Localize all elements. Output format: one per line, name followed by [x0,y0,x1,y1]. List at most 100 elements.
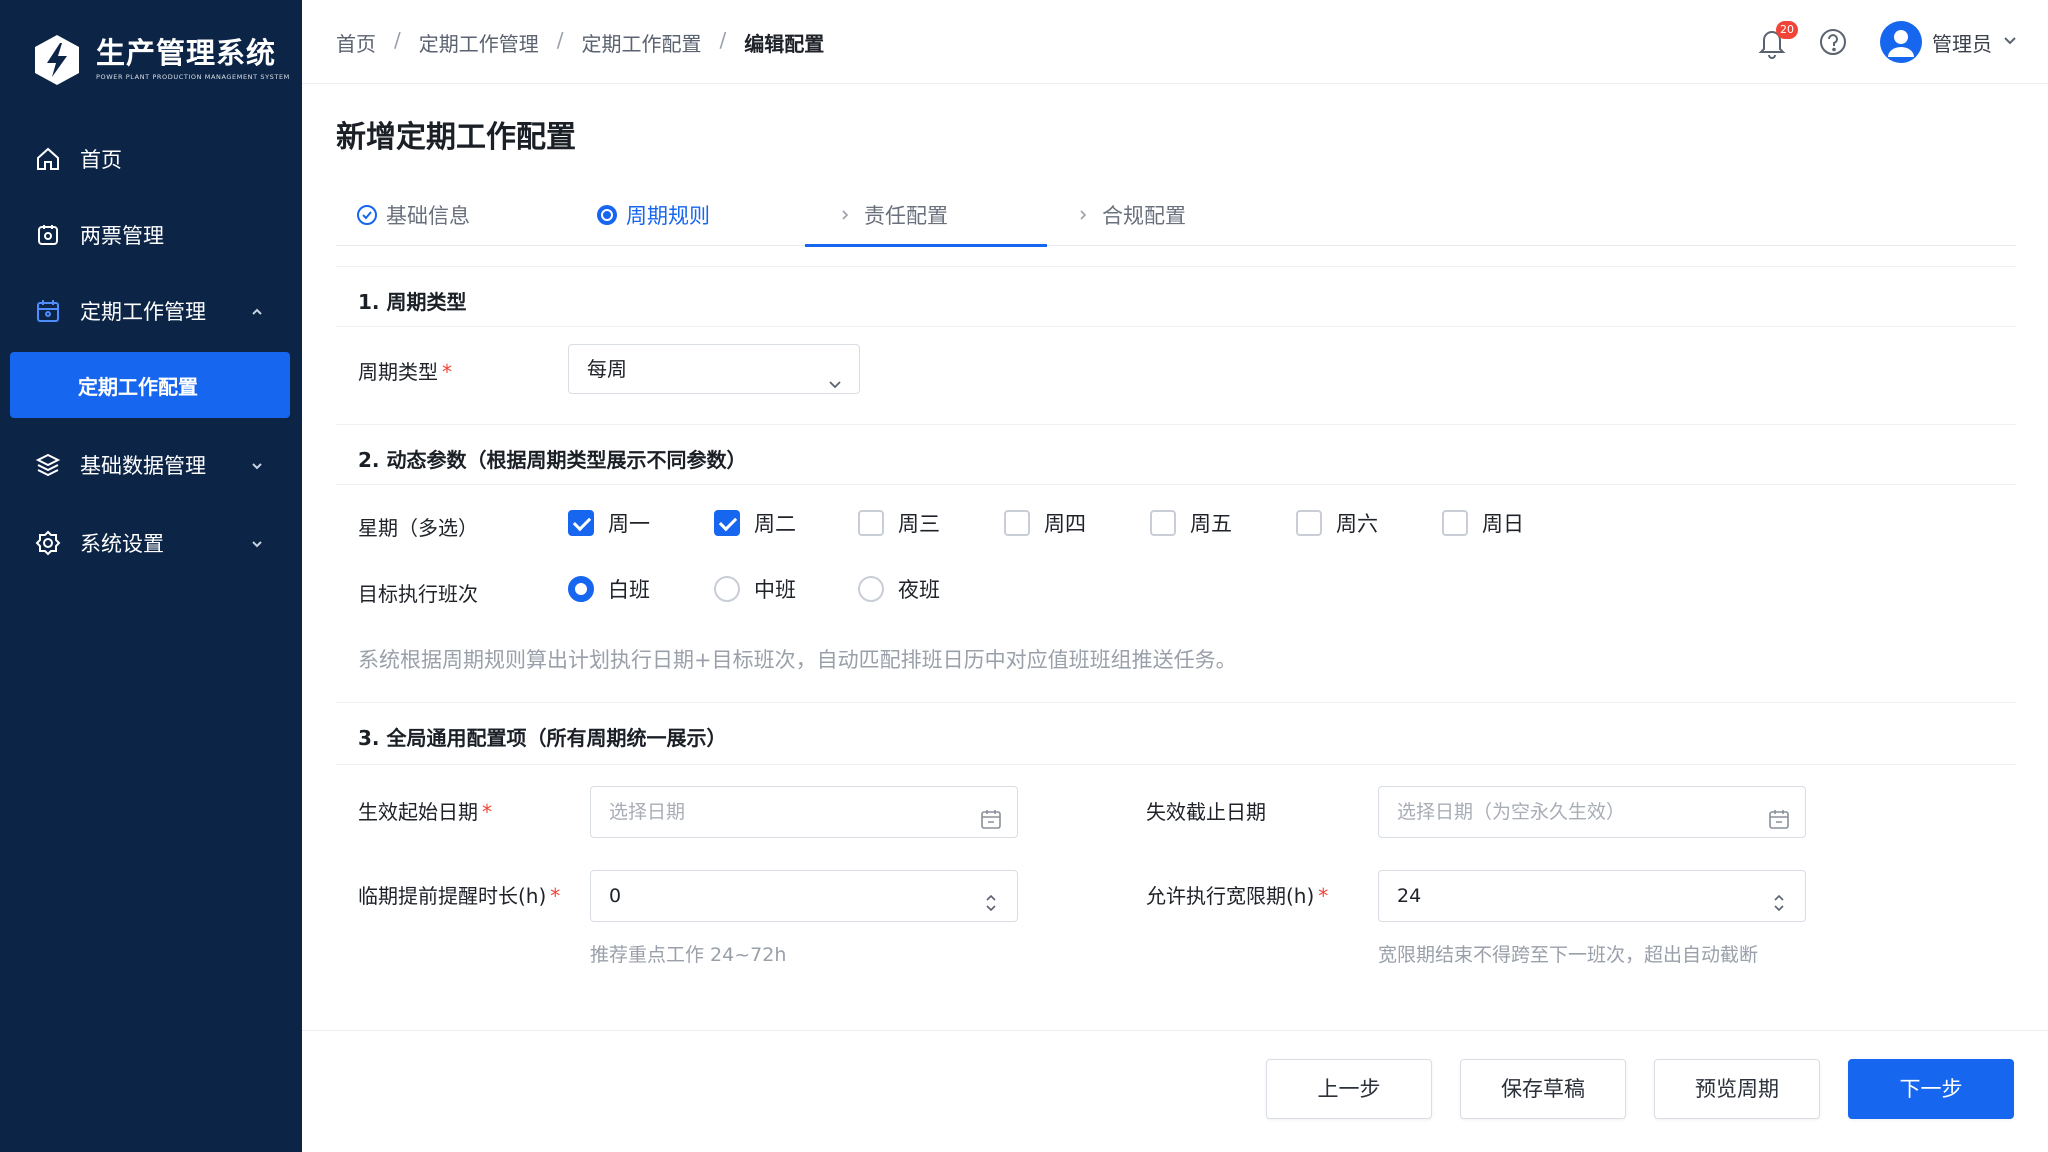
checkbox-box [1150,510,1176,536]
select-value: 每周 [587,357,627,381]
sidebar-item-tickets[interactable]: 两票管理 [0,204,302,266]
ticket-icon [34,221,62,249]
sidebar-item-base-data[interactable]: 基础数据管理 [0,434,302,496]
checkbox-friday[interactable]: 周五 [1150,508,1232,538]
radio-night-shift[interactable]: 夜班 [858,574,940,604]
sidebar-item-label: 基础数据管理 [80,454,206,478]
checkbox-label: 周一 [608,512,650,536]
radio-day-shift[interactable]: 白班 [568,574,650,604]
start-date-input[interactable]: 选择日期 [590,786,1018,838]
breadcrumb-separator: / [394,28,401,52]
database-icon [34,451,62,479]
breadcrumb: 首页 / 定期工作管理 / 定期工作配置 / 编辑配置 [336,28,842,57]
section-title: 2. 动态参数（根据周期类型展示不同参数） [358,448,747,472]
breadcrumb-separator: / [719,28,727,52]
chevron-down-icon [248,456,266,474]
checkbox-tuesday[interactable]: 周二 [714,508,796,538]
notification-badge: 20 [1776,21,1798,39]
user-name[interactable]: 管理员 [1932,28,1992,57]
calendar-icon [34,297,62,325]
input-value: 24 [1397,885,1422,907]
divider [336,764,2016,765]
checkbox-saturday[interactable]: 周六 [1296,508,1378,538]
divider [336,424,2016,425]
cycle-type-select[interactable]: 每周 [568,344,860,394]
lightning-logo-icon [32,33,82,85]
radio-dot [568,576,594,602]
preview-cycle-button[interactable]: 预览周期 [1654,1059,1820,1119]
checkbox-thursday[interactable]: 周四 [1004,508,1086,538]
checkbox-box [1296,510,1322,536]
radio-label: 白班 [608,578,650,602]
tab-compliance[interactable]: 合规配置 [1072,184,1186,246]
breadcrumb-item-periodic-config[interactable]: 定期工作配置 [582,28,702,57]
breadcrumb-item-periodic-work[interactable]: 定期工作管理 [419,28,539,57]
checkbox-box [714,510,740,536]
tab-label: 责任配置 [864,204,948,228]
active-step-icon [596,204,618,226]
checkbox-wednesday[interactable]: 周三 [858,508,940,538]
tab-responsibility[interactable]: 责任配置 [834,184,948,246]
user-menu-chevron-icon[interactable] [2002,32,2018,52]
divider [336,702,2016,703]
main-content: 新增定期工作配置 基础信息 周期规则 责任配置 合规配置 1. 周期类型 周期类… [302,84,2048,1030]
chevron-down-icon [248,534,266,552]
prev-step-button[interactable]: 上一步 [1266,1059,1432,1119]
checkbox-label: 周四 [1044,512,1086,536]
check-circle-icon [356,204,378,226]
checkbox-box [1004,510,1030,536]
stepper-arrows-icon[interactable] [979,884,1003,912]
chevron-up-icon [248,302,266,320]
checkbox-monday[interactable]: 周一 [568,508,650,538]
radio-label: 中班 [754,578,796,602]
footer-actions: 上一步 保存草稿 预览周期 下一步 [302,1030,2048,1152]
calendar-icon[interactable] [979,800,1003,829]
chevron-down-icon [827,361,843,389]
radio-middle-shift[interactable]: 中班 [714,574,796,604]
checkbox-box [858,510,884,536]
tab-cycle-rules[interactable]: 周期规则 [596,184,710,246]
sidebar-item-periodic-work[interactable]: 定期工作管理 [0,280,302,342]
avatar[interactable] [1880,21,1922,63]
label-text: 周期类型 [358,360,438,384]
checkbox-label: 周二 [754,512,796,536]
start-date-label: 生效起始日期 * [358,796,492,825]
sidebar-item-label: 两票管理 [80,224,164,248]
notification-button[interactable]: 20 [1756,21,1798,59]
grace-label: 允许执行宽限期(h) * [1146,880,1328,909]
remind-hint: 推荐重点工作 24~72h [590,944,787,966]
save-draft-button[interactable]: 保存草稿 [1460,1059,1626,1119]
next-step-button[interactable]: 下一步 [1848,1059,2014,1119]
tab-label: 周期规则 [626,204,710,228]
breadcrumb-item-home[interactable]: 首页 [336,28,376,57]
sidebar-item-settings[interactable]: 系统设置 [0,512,302,574]
checkbox-sunday[interactable]: 周日 [1442,508,1524,538]
section-title: 1. 周期类型 [358,290,467,314]
radio-label: 夜班 [898,578,940,602]
sidebar-item-home[interactable]: 首页 [0,128,302,190]
logo: 生产管理系统 POWER PLANT PRODUCTION MANAGEMENT… [32,28,292,88]
section-title: 3. 全局通用配置项（所有周期统一展示） [358,726,727,750]
shift-label: 目标执行班次 [358,582,478,606]
tab-label: 基础信息 [386,204,470,228]
calendar-icon[interactable] [1767,800,1791,829]
stepper-arrows-icon[interactable] [1767,884,1791,912]
label-text: 临期提前提醒时长(h) [358,884,547,908]
checkbox-box [1442,510,1468,536]
checkbox-label: 周三 [898,512,940,536]
input-value: 0 [609,885,622,907]
cycle-type-label: 周期类型 * [358,356,452,385]
tab-label: 合规配置 [1102,204,1186,228]
tab-basic-info[interactable]: 基础信息 [356,184,470,246]
help-icon[interactable] [1818,27,1848,57]
label-text: 允许执行宽限期(h) [1146,884,1315,908]
grace-hint: 宽限期结束不得跨至下一班次，超出自动截断 [1378,944,1759,966]
gear-icon [34,529,62,557]
chevron-right-icon [834,204,856,226]
checkbox-label: 周五 [1190,512,1232,536]
grace-hours-stepper[interactable]: 24 [1378,870,1806,922]
end-date-input[interactable]: 选择日期（为空永久生效） [1378,786,1806,838]
sidebar-subitem-periodic-config[interactable]: 定期工作配置 [10,352,290,418]
remind-label: 临期提前提醒时长(h) * [358,880,560,909]
remind-hours-stepper[interactable]: 0 [590,870,1018,922]
